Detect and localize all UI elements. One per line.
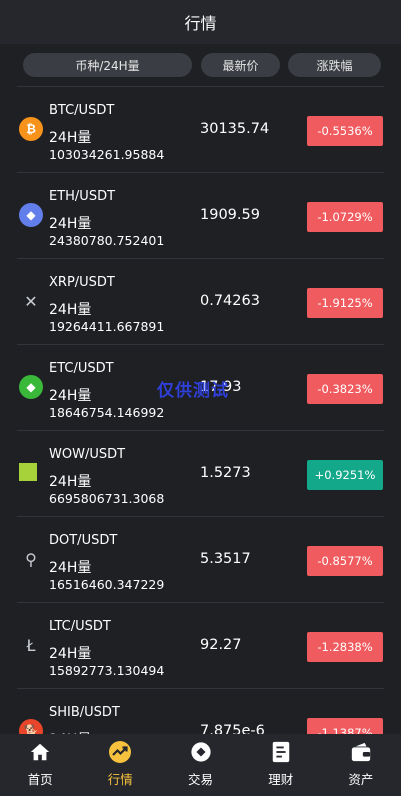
market-row[interactable]: ◆ ETH/USDT 24H量 24380780.752401 1909.59 …	[17, 172, 384, 258]
latest-price: 0.74263	[200, 293, 260, 309]
volume-label: 24H量	[49, 474, 92, 490]
wallet-icon	[349, 740, 373, 764]
latest-price: 92.27	[200, 637, 242, 653]
pair-name: DOT/USDT	[49, 533, 118, 548]
polkadot-icon: ⚲	[19, 547, 43, 571]
trade-icon	[189, 740, 213, 764]
bottom-tab-bar: 首页 行情 交易 理财 资产	[0, 734, 401, 796]
top-bar: 行情	[0, 0, 401, 44]
tab-finance[interactable]: 理财	[241, 734, 321, 796]
volume-label: 24H量	[49, 302, 92, 318]
ethereum-classic-icon: ◆	[19, 375, 43, 399]
litecoin-icon: Ł	[19, 633, 43, 657]
market-row[interactable]: ⚲ DOT/USDT 24H量 16516460.347229 5.3517 -…	[17, 516, 384, 602]
change-badge[interactable]: -1.9125%	[307, 288, 383, 318]
bitcoin-icon: ₿	[19, 117, 43, 141]
tab-trade[interactable]: 交易	[160, 734, 240, 796]
market-row[interactable]: Ł LTC/USDT 24H量 15892773.130494 92.27 -1…	[17, 602, 384, 688]
volume-value: 6695806731.3068	[49, 491, 165, 506]
volume-value: 19264411.667891	[49, 319, 165, 334]
pair-name: ETC/USDT	[49, 361, 114, 376]
pair-name: LTC/USDT	[49, 619, 111, 634]
change-badge[interactable]: -0.3823%	[307, 374, 383, 404]
volume-label: 24H量	[49, 646, 92, 662]
tab-trade-label: 交易	[188, 772, 214, 787]
pair-name: XRP/USDT	[49, 275, 115, 290]
pair-name: ETH/USDT	[49, 189, 116, 204]
market-row[interactable]: 🐕 SHIB/USDT 24H量 7.875e-6 -1.1387%	[17, 688, 384, 734]
pair-name: WOW/USDT	[49, 447, 126, 462]
market-row[interactable]: WOW/USDT 24H量 6695806731.3068 1.5273 +0.…	[17, 430, 384, 516]
latest-price: 5.3517	[200, 551, 251, 567]
volume-value: 103034261.95884	[49, 147, 165, 162]
wow-icon	[19, 463, 37, 481]
change-badge[interactable]: -1.1387%	[307, 718, 383, 734]
ethereum-icon: ◆	[19, 203, 43, 227]
watermark-text: 仅供测试	[157, 381, 229, 401]
tab-assets[interactable]: 资产	[321, 734, 401, 796]
tab-market-label: 行情	[107, 772, 133, 787]
pair-name: BTC/USDT	[49, 103, 115, 118]
market-list[interactable]: ₿ BTC/USDT 24H量 103034261.95884 30135.74…	[17, 86, 384, 734]
volume-value: 16516460.347229	[49, 577, 165, 592]
tab-market[interactable]: 行情	[80, 734, 160, 796]
page-title: 行情	[184, 14, 217, 33]
volume-label: 24H量	[49, 560, 92, 576]
volume-label: 24H量	[49, 216, 92, 232]
latest-price: 30135.74	[200, 121, 270, 137]
finance-icon	[269, 740, 293, 764]
latest-price: 7.875e-6	[200, 723, 265, 734]
change-badge[interactable]: -0.8577%	[307, 546, 383, 576]
sort-tabs: 币种/24H量 最新价 涨跌幅	[0, 44, 401, 86]
change-badge[interactable]: -1.0729%	[307, 202, 383, 232]
shiba-icon: 🐕	[19, 719, 43, 734]
sort-by-name-volume-button[interactable]: 币种/24H量	[23, 53, 192, 77]
xrp-icon: ✕	[19, 289, 43, 313]
change-badge[interactable]: -1.2838%	[307, 632, 383, 662]
change-badge[interactable]: -0.5536%	[307, 116, 383, 146]
tab-home[interactable]: 首页	[0, 734, 80, 796]
pair-name: SHIB/USDT	[49, 705, 120, 720]
tab-finance-label: 理财	[268, 772, 294, 787]
change-badge[interactable]: +0.9251%	[307, 460, 383, 490]
volume-label: 24H量	[49, 388, 92, 404]
volume-value: 18646754.146992	[49, 405, 165, 420]
volume-value: 15892773.130494	[49, 663, 165, 678]
sort-by-change-button[interactable]: 涨跌幅	[288, 53, 381, 77]
market-row[interactable]: ✕ XRP/USDT 24H量 19264411.667891 0.74263 …	[17, 258, 384, 344]
trend-icon	[108, 740, 132, 764]
tab-home-label: 首页	[27, 772, 53, 787]
sort-by-price-button[interactable]: 最新价	[201, 53, 280, 77]
tab-assets-label: 资产	[348, 772, 374, 787]
latest-price: 1.5273	[200, 465, 251, 481]
market-row[interactable]: ₿ BTC/USDT 24H量 103034261.95884 30135.74…	[17, 86, 384, 172]
home-icon	[28, 740, 52, 764]
latest-price: 1909.59	[200, 207, 260, 223]
volume-value: 24380780.752401	[49, 233, 165, 248]
volume-label: 24H量	[49, 130, 92, 146]
